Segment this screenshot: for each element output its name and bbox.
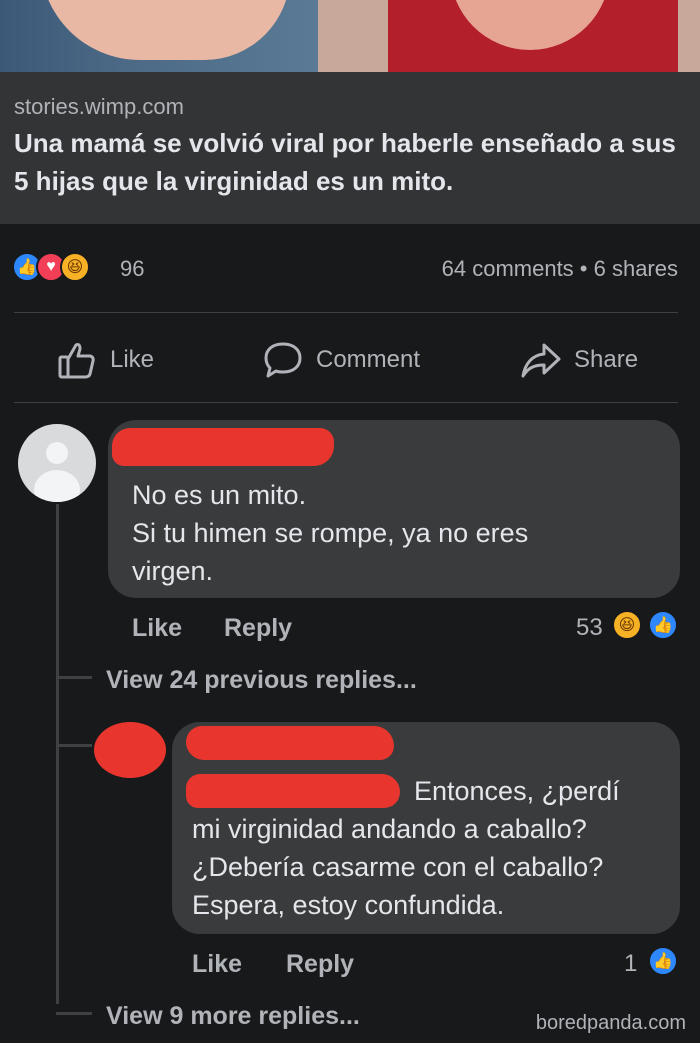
like-icon: 👍 (648, 610, 678, 640)
like-label: Like (110, 346, 155, 373)
comment-like-button[interactable]: Like (192, 950, 242, 979)
comment-label: Comment (316, 346, 421, 373)
comment-reply-button[interactable]: Reply (224, 614, 292, 643)
like-button[interactable]: Like (56, 338, 154, 382)
thread-branch (56, 676, 92, 679)
comments-shares-stats[interactable]: 64 comments • 6 shares (442, 256, 678, 282)
share-arrow-icon (521, 343, 561, 378)
comment-text: mi virginidad andando a caballo? ¿Deberí… (192, 814, 604, 920)
avatar[interactable] (18, 424, 96, 502)
thread-branch (56, 744, 92, 747)
comment-text-first-line: Entonces, ¿perdí (414, 776, 620, 806)
link-domain: stories.wimp.com (14, 94, 184, 119)
comment-like-button[interactable]: Like (132, 614, 182, 643)
comment-button[interactable]: Comment (262, 338, 420, 382)
thumbs-up-icon (58, 343, 95, 379)
comment-reaction-count[interactable]: 53 (576, 614, 603, 642)
link-headline[interactable]: Una mamá se volvió viral por haberle ens… (14, 124, 694, 200)
post-photo[interactable] (0, 0, 700, 72)
view-more-replies-link[interactable]: View 9 more replies... (106, 1002, 360, 1031)
redacted-username (186, 726, 394, 760)
comment-reaction-count[interactable]: 1 (624, 950, 637, 978)
comment-text: No es un mito. Si tu himen se rompe, ya … (132, 480, 529, 586)
watermark: boredpanda.com (535, 1012, 686, 1034)
view-previous-replies-link[interactable]: View 24 previous replies... (106, 666, 417, 695)
redacted-username (112, 428, 334, 466)
speech-bubble-icon (264, 342, 302, 378)
comment-reply-button[interactable]: Reply (286, 950, 354, 979)
divider (14, 312, 678, 313)
redacted-avatar (94, 722, 166, 778)
thread-line (56, 504, 59, 1004)
redacted-mention (186, 774, 400, 808)
share-label: Share (574, 346, 639, 373)
divider (14, 402, 678, 403)
thread-branch (56, 1012, 92, 1015)
like-icon: 👍 (648, 946, 678, 976)
haha-icon: 😆 (60, 252, 90, 282)
reaction-count: 96 (120, 256, 145, 281)
share-button[interactable]: Share (520, 338, 638, 382)
haha-icon: 😆 (612, 610, 642, 640)
